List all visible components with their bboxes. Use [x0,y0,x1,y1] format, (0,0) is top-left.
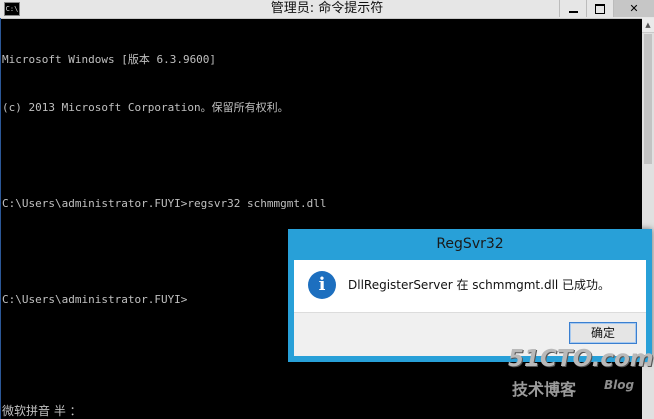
maximize-icon [595,3,605,14]
ok-button[interactable]: 确定 [569,322,637,344]
watermark-subtitle: 技术博客 [512,380,577,399]
regsvr32-dialog: RegSvr32 i DllRegisterServer 在 schmmgmt.… [288,229,652,362]
watermark-logo: 51CTO.com [508,346,654,372]
minimize-button[interactable] [559,0,586,17]
watermark-blog: Blog [604,378,635,392]
scroll-up-arrow-icon[interactable]: ▲ [642,18,654,33]
minimize-icon [568,10,578,13]
maximize-button[interactable] [586,0,613,17]
watermark: 51CTO.com 技术博客 Blog [508,346,654,406]
close-icon: ✕ [629,2,639,15]
console-line: C:\Users\administrator.FUYI>regsvr32 sch… [2,197,327,210]
dialog-title[interactable]: RegSvr32 [288,229,652,259]
scroll-thumb[interactable] [644,34,652,164]
ime-status: 微软拼音 半 ： [2,404,82,418]
dialog-message: DllRegisterServer 在 schmmgmt.dll 已成功。 [348,278,611,292]
info-icon: i [308,271,336,299]
console-line: Microsoft Windows [版本 6.3.9600] [2,53,217,66]
dialog-body: i DllRegisterServer 在 schmmgmt.dll 已成功。 [294,260,646,312]
title-bar[interactable]: C:\ 管理员: 命令提示符 ✕ [0,0,654,19]
console-line: (c) 2013 Microsoft Corporation。保留所有权利。 [2,101,289,114]
window-title: 管理员: 命令提示符 [270,1,384,16]
close-button[interactable]: ✕ [613,0,654,17]
window-border [0,18,1,419]
window-controls: ✕ [559,0,654,18]
